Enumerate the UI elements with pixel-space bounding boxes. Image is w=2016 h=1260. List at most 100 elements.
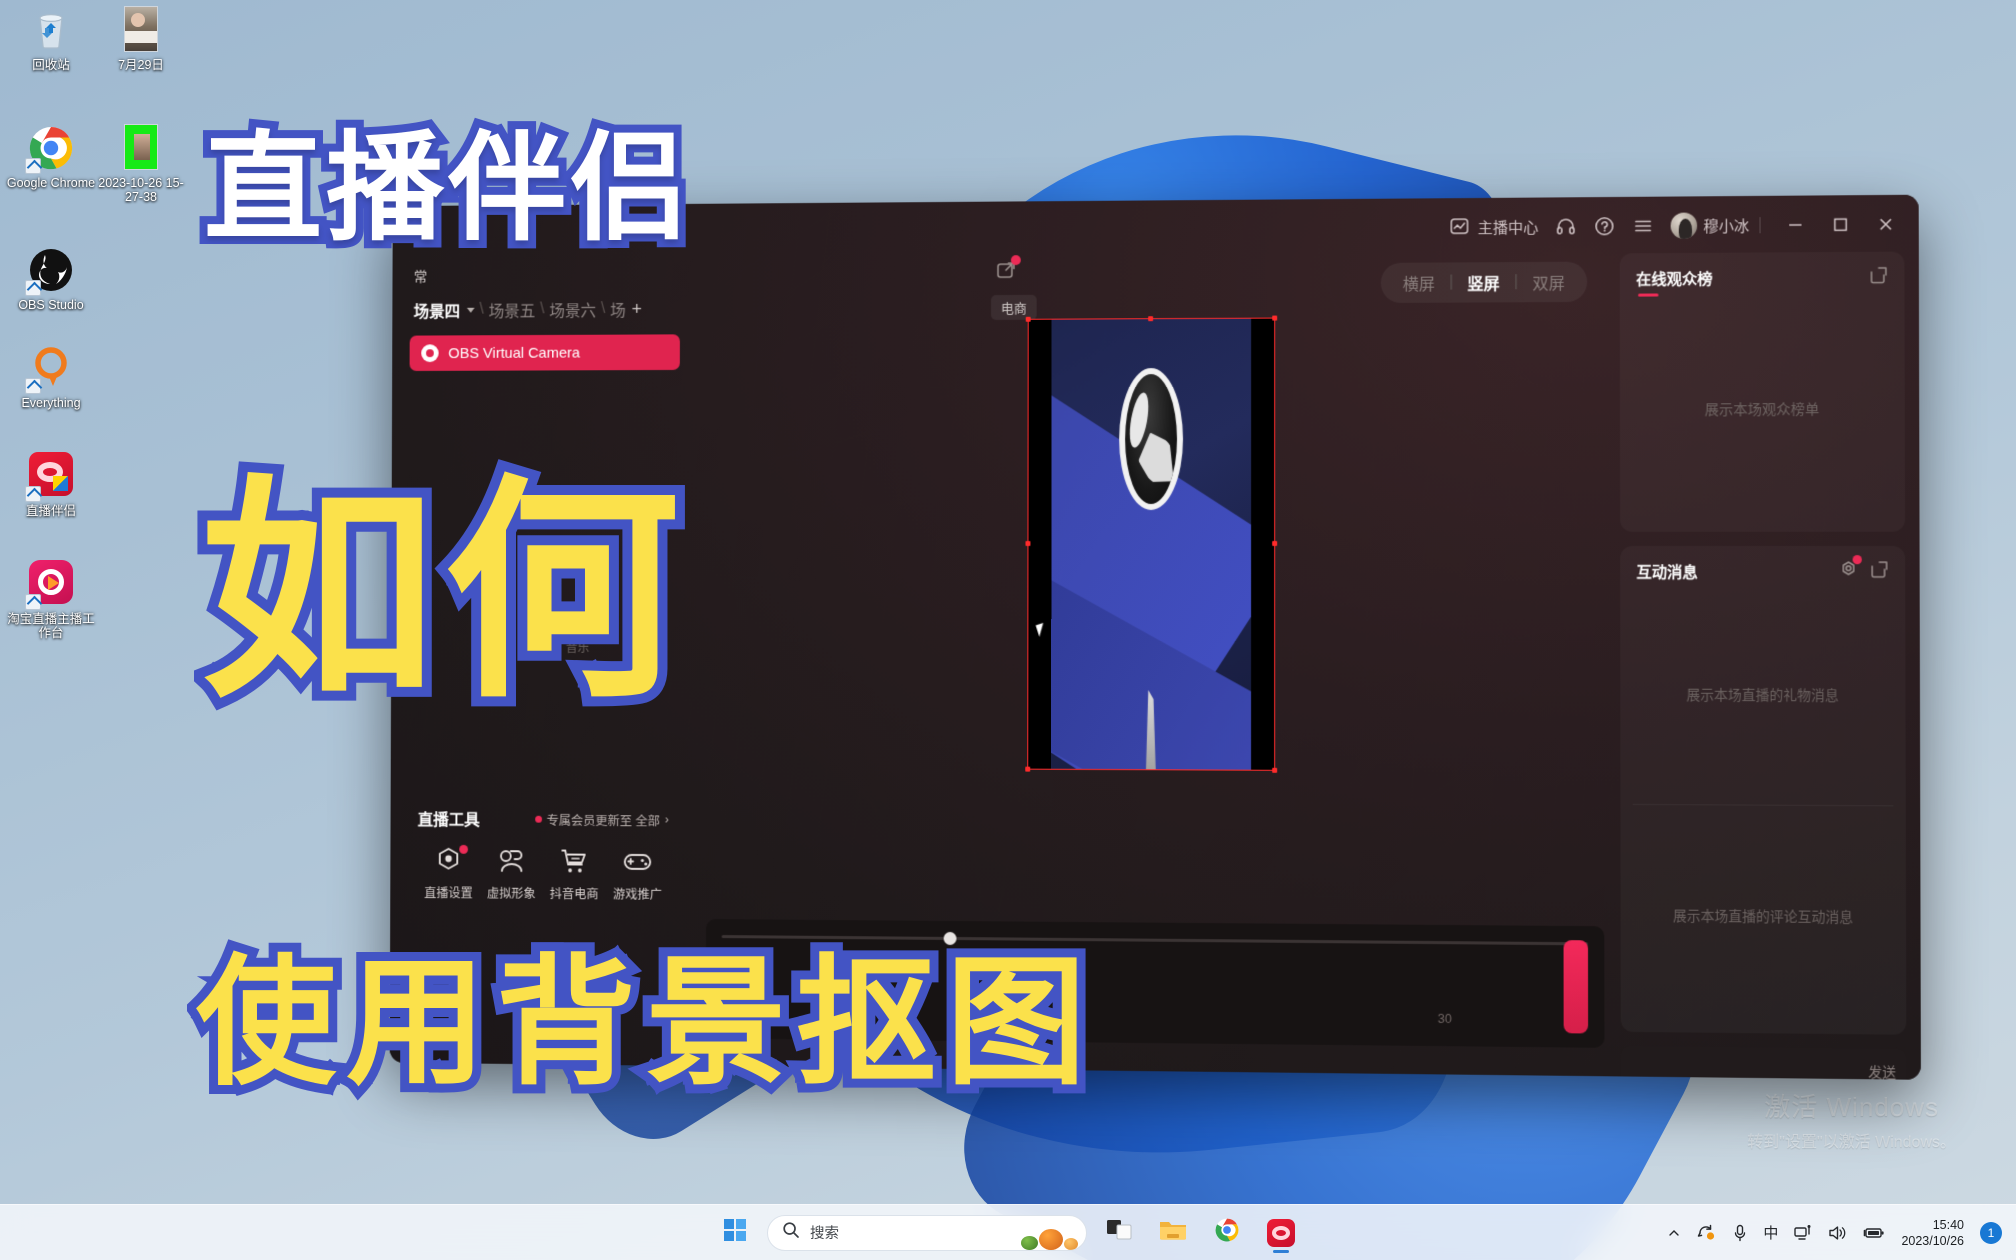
anchor-center-button[interactable]: 主播中心 (1449, 216, 1538, 239)
chrome-taskbar-button[interactable] (1205, 1211, 1249, 1255)
scene-separator: \ (479, 300, 484, 318)
resize-handle[interactable] (1272, 315, 1278, 321)
panel-action-icons (1869, 266, 1888, 289)
avatar (1670, 212, 1698, 239)
viewers-panel-title: 在线观众榜 (1636, 268, 1713, 297)
orientation-tab-dual[interactable]: 双屏 (1532, 270, 1565, 294)
live-tools-update-label: 专属会员更新至 全部 (546, 813, 660, 828)
messages-panel-title: 互动消息 (1636, 564, 1698, 582)
send-button[interactable]: 发送 (1868, 1061, 1896, 1080)
live-tool-virtual-avatar[interactable]: 虚拟形象 (480, 846, 542, 902)
desktop-icon-live-companion[interactable]: 直播伴侣 (6, 452, 96, 518)
menu-button[interactable] (1632, 215, 1654, 237)
chevron-down-icon[interactable] (466, 307, 475, 313)
notification-badge[interactable]: 1 (1980, 1221, 2002, 1244)
desktop-icon-taobao-live[interactable]: 淘宝直播主播工作台 (6, 560, 96, 640)
live-tool-label: 直播设置 (424, 886, 473, 901)
shopping-cart-icon (543, 846, 606, 876)
headset-button[interactable] (1555, 215, 1577, 237)
scene-tab-3[interactable]: 场景六 (549, 297, 596, 321)
scene-tab-2[interactable]: 场景五 (489, 298, 536, 322)
live-companion-icon (1267, 1218, 1295, 1247)
microphone-icon[interactable] (1733, 1224, 1747, 1242)
desktop: 回收站 7月29日 Google Chrome 2023-10-26 15-27… (0, 0, 2016, 1260)
orientation-tab-portrait[interactable]: 竖屏 (1467, 270, 1499, 294)
preview-canvas[interactable] (1025, 315, 1278, 773)
live-tool-label: 虚拟形象 (486, 886, 536, 901)
desktop-icon-photo[interactable]: 7月29日 (96, 6, 186, 72)
live-companion-window[interactable]: 主播中心 穆小冰 常 场景四 \ 场景五 \ 场景六 \ 场 + OBS Vir… (389, 194, 1921, 1080)
desktop-icon-green-video[interactable]: 2023-10-26 15-27-38 (96, 124, 186, 204)
popout-window-icon[interactable] (1869, 266, 1888, 289)
live-tool-label: 游戏推广 (612, 887, 662, 902)
start-button[interactable] (713, 1211, 757, 1255)
external-link-icon (995, 255, 1021, 286)
live-tool-douyin-ecommerce[interactable]: 抖音电商 (543, 846, 606, 902)
panel-header: 在线观众榜 (1620, 252, 1905, 297)
battery-icon[interactable] (1863, 1225, 1885, 1241)
ecommerce-widget[interactable] (995, 255, 1021, 286)
maximize-button[interactable] (1820, 205, 1861, 244)
level-value: 30 (1437, 1011, 1452, 1027)
online-viewers-panel: 在线观众榜 展示本场观众榜单 (1620, 252, 1905, 532)
avatar-face-icon (480, 846, 542, 876)
search-icon (782, 1221, 800, 1244)
network-icon[interactable] (1794, 1224, 1812, 1242)
recycle-bin-icon (27, 6, 75, 54)
volume-icon[interactable] (1828, 1224, 1847, 1242)
username-label: 穆小冰 (1703, 217, 1750, 236)
help-button[interactable] (1593, 215, 1615, 237)
live-tool-live-settings[interactable]: 直播设置 (417, 844, 479, 902)
live-companion-taskbar-button[interactable] (1259, 1211, 1303, 1255)
comment-message-placeholder: 展示本场直播的评论互动消息 (1672, 908, 1854, 926)
scene-tab-4[interactable]: 场 (610, 297, 626, 321)
desktop-icon-label: Google Chrome (6, 176, 96, 190)
pumpkin-decoration-icon (1021, 1228, 1078, 1250)
scene-tab-1[interactable]: 场景四 (414, 298, 461, 322)
add-scene-button[interactable]: + (632, 298, 642, 319)
orientation-tab-landscape[interactable]: 横屏 (1403, 271, 1435, 295)
task-view-icon (1106, 1218, 1132, 1247)
desktop-icon-chrome[interactable]: Google Chrome (6, 124, 96, 190)
desktop-icon-label: 2023-10-26 15-27-38 (98, 176, 184, 204)
chevron-up-icon[interactable] (1667, 1226, 1681, 1240)
minimize-button[interactable] (1775, 206, 1816, 245)
live-tool-game-promotion[interactable]: 游戏推广 (606, 847, 669, 903)
popout-window-icon[interactable] (1870, 560, 1889, 583)
notification-dot-icon (1852, 555, 1862, 565)
resize-handle[interactable] (1025, 766, 1031, 772)
go-live-button[interactable] (1563, 940, 1589, 1034)
search-box[interactable]: 搜索 (767, 1214, 1087, 1251)
source-item-label: OBS Virtual Camera (448, 344, 580, 362)
ecommerce-label[interactable]: 电商 (991, 294, 1037, 320)
source-list: OBS Virtual Camera (406, 334, 684, 371)
user-account[interactable]: 穆小冰 (1670, 212, 1750, 239)
gear-icon[interactable] (1839, 555, 1862, 583)
live-tools-update-link[interactable]: 专属会员更新至 全部 › (535, 809, 669, 829)
orientation-tab-group: 横屏 | 竖屏 | 双屏 (1380, 261, 1588, 304)
file-explorer-button[interactable] (1151, 1211, 1195, 1255)
desktop-icon-everything[interactable]: Everything (6, 344, 96, 410)
source-item-obs-virtual-camera[interactable]: OBS Virtual Camera (409, 334, 680, 371)
live-tools-grid: 直播设置 虚拟形象 抖音电商 游戏推广 (412, 844, 675, 903)
desktop-icon-label: 直播伴侣 (25, 504, 76, 518)
desktop-icon-recycle-bin[interactable]: 回收站 (6, 6, 96, 72)
anchor-center-label: 主播中心 (1477, 219, 1539, 237)
volume-slider-knob[interactable] (943, 931, 957, 946)
ime-indicator[interactable]: 中 (1763, 1222, 1778, 1243)
windows-activation-watermark: 激活 Windows 转到"设置"以激活 Windows。 (1747, 1087, 1956, 1152)
clock[interactable]: 15:40 2023/10/26 (1901, 1217, 1964, 1249)
task-view-button[interactable] (1097, 1211, 1141, 1255)
interactive-messages-panel: 互动消息 展示本场直播的礼物消息 展示本场直播的评论互动消息 发送 (1620, 546, 1907, 1080)
volume-slider[interactable] (721, 931, 1588, 946)
music-label: 音乐 (565, 640, 590, 655)
resize-handle[interactable] (1272, 767, 1278, 773)
mute-toggle[interactable]: 不 (721, 1000, 754, 1019)
music-widget[interactable]: 音乐 (550, 615, 605, 656)
resize-handle[interactable] (1272, 540, 1278, 546)
desktop-icon-obs-studio[interactable]: OBS Studio (6, 246, 96, 312)
resize-handle[interactable] (1025, 541, 1031, 547)
comment-input-row[interactable]: 发送 (1620, 1046, 1907, 1080)
sync-icon[interactable] (1697, 1224, 1717, 1242)
close-button[interactable] (1865, 205, 1906, 244)
